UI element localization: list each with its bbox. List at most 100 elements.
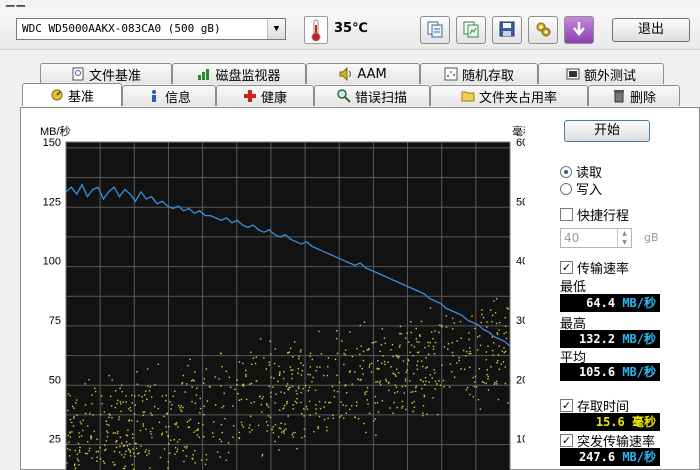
access-time-point xyxy=(95,451,98,453)
access-time-point xyxy=(292,408,294,410)
access-time-point xyxy=(216,451,219,453)
access-time-point xyxy=(468,353,470,355)
write-radio[interactable]: 写入 xyxy=(560,179,602,198)
access-time-point xyxy=(433,352,436,355)
short-stroke-input[interactable]: 40 ▲ ▼ xyxy=(560,228,632,248)
access-time-point xyxy=(371,342,374,344)
access-time-point xyxy=(494,312,497,314)
tab-disk-monitor[interactable]: 磁盘监视器 xyxy=(172,63,306,84)
access-time-point xyxy=(329,401,332,404)
copy-text-button[interactable] xyxy=(420,16,450,44)
access-time-point xyxy=(393,401,395,404)
access-time-point xyxy=(302,387,304,390)
access-time-point xyxy=(481,313,483,316)
access-time-point xyxy=(191,400,193,403)
short-stroke-checkbox[interactable]: 快捷行程 xyxy=(560,205,629,224)
tab-error-scan[interactable]: 错误扫描 xyxy=(314,85,430,106)
tab-benchmark[interactable]: 基准 xyxy=(22,83,122,106)
access-time-point xyxy=(308,400,311,403)
access-time-point xyxy=(492,349,494,352)
access-time-point xyxy=(410,331,413,334)
access-time-point xyxy=(368,348,370,350)
access-time-point xyxy=(236,379,238,381)
access-time-point xyxy=(237,393,239,395)
copy-text-icon xyxy=(426,20,444,41)
drive-select[interactable]: WDC WD5000AAKX-083CA0 (500 gB) ▼ xyxy=(16,18,286,40)
access-time-point xyxy=(119,445,121,448)
access-time-point xyxy=(295,390,297,392)
access-time-point xyxy=(268,364,271,366)
start-button[interactable]: 开始 xyxy=(564,120,650,142)
temperature-readout: 35℃ xyxy=(334,21,368,36)
access-time-point xyxy=(176,441,179,443)
exit-button[interactable]: 退出 xyxy=(612,18,690,42)
short-stroke-value: 40 xyxy=(564,231,580,245)
spinner-arrows-icon[interactable]: ▲ ▼ xyxy=(617,229,631,247)
access-time-point xyxy=(482,316,485,319)
access-time-point xyxy=(422,380,425,383)
tab-extra-tests[interactable]: 额外测试 xyxy=(538,63,664,84)
save-button[interactable] xyxy=(492,16,522,44)
access-time-point xyxy=(279,373,281,375)
tab-folder-usage[interactable]: 文件夹占用率 xyxy=(430,85,588,106)
access-time-point xyxy=(336,352,339,355)
access-time-point xyxy=(368,366,371,368)
access-time-point xyxy=(368,363,371,366)
access-time-point xyxy=(145,428,147,430)
access-time-point xyxy=(405,380,407,382)
access-time-point xyxy=(349,408,351,411)
access-time-point xyxy=(199,407,202,410)
access-time-point xyxy=(379,350,381,353)
access-time-point xyxy=(119,401,121,403)
access-time-point xyxy=(68,441,70,443)
access-time-point xyxy=(183,446,186,448)
access-time-point xyxy=(116,402,118,405)
access-time-point xyxy=(139,429,142,432)
access-time-point xyxy=(126,434,129,437)
access-time-point xyxy=(118,416,121,418)
access-time-point xyxy=(495,380,498,383)
access-time-point xyxy=(476,349,479,351)
access-time-point xyxy=(149,467,151,469)
access-time-point xyxy=(498,329,500,331)
copy-chart-button[interactable] xyxy=(456,16,486,44)
access-time-point xyxy=(149,430,152,433)
access-time-point xyxy=(430,331,433,333)
tab-info[interactable]: 信息 xyxy=(122,85,216,106)
access-time-point xyxy=(286,400,289,403)
access-time-point xyxy=(220,423,223,426)
access-time-point xyxy=(428,381,430,383)
access-time-point xyxy=(208,385,211,388)
access-time-point xyxy=(365,431,367,434)
options-button[interactable] xyxy=(528,16,558,44)
access-time-point xyxy=(242,362,244,365)
access-time-point xyxy=(389,407,391,409)
access-time-point xyxy=(163,448,166,450)
access-time-point xyxy=(232,425,235,427)
checkbox-box: ✓ xyxy=(560,399,573,412)
access-time-point xyxy=(73,415,75,418)
access-time-point xyxy=(186,383,188,385)
access-time-point xyxy=(427,341,429,344)
extra-tests-icon xyxy=(566,67,580,81)
access-time-point xyxy=(315,412,317,414)
tab-file-benchmark[interactable]: 文件基准 xyxy=(40,63,172,84)
access-time-point xyxy=(171,404,173,406)
access-time-point xyxy=(174,446,177,449)
access-time-point xyxy=(200,459,203,461)
tab-aam[interactable]: AAM xyxy=(306,63,420,84)
tab-random-access[interactable]: 随机存取 xyxy=(420,63,538,84)
chevron-down-icon[interactable]: ▼ xyxy=(267,19,285,39)
access-time-point xyxy=(311,358,313,361)
access-time-point xyxy=(316,366,318,368)
access-time-point xyxy=(193,431,195,433)
download-button[interactable] xyxy=(564,16,594,44)
transfer-rate-checkbox[interactable]: ✓ 传输速率 xyxy=(560,258,629,277)
access-time-point xyxy=(175,422,178,424)
access-time-point xyxy=(265,420,268,423)
access-time-point xyxy=(278,427,281,429)
tab-health[interactable]: 健康 xyxy=(216,85,314,106)
access-time-point xyxy=(492,314,494,317)
access-time-point xyxy=(115,441,117,443)
tab-delete[interactable]: 删除 xyxy=(588,85,680,106)
